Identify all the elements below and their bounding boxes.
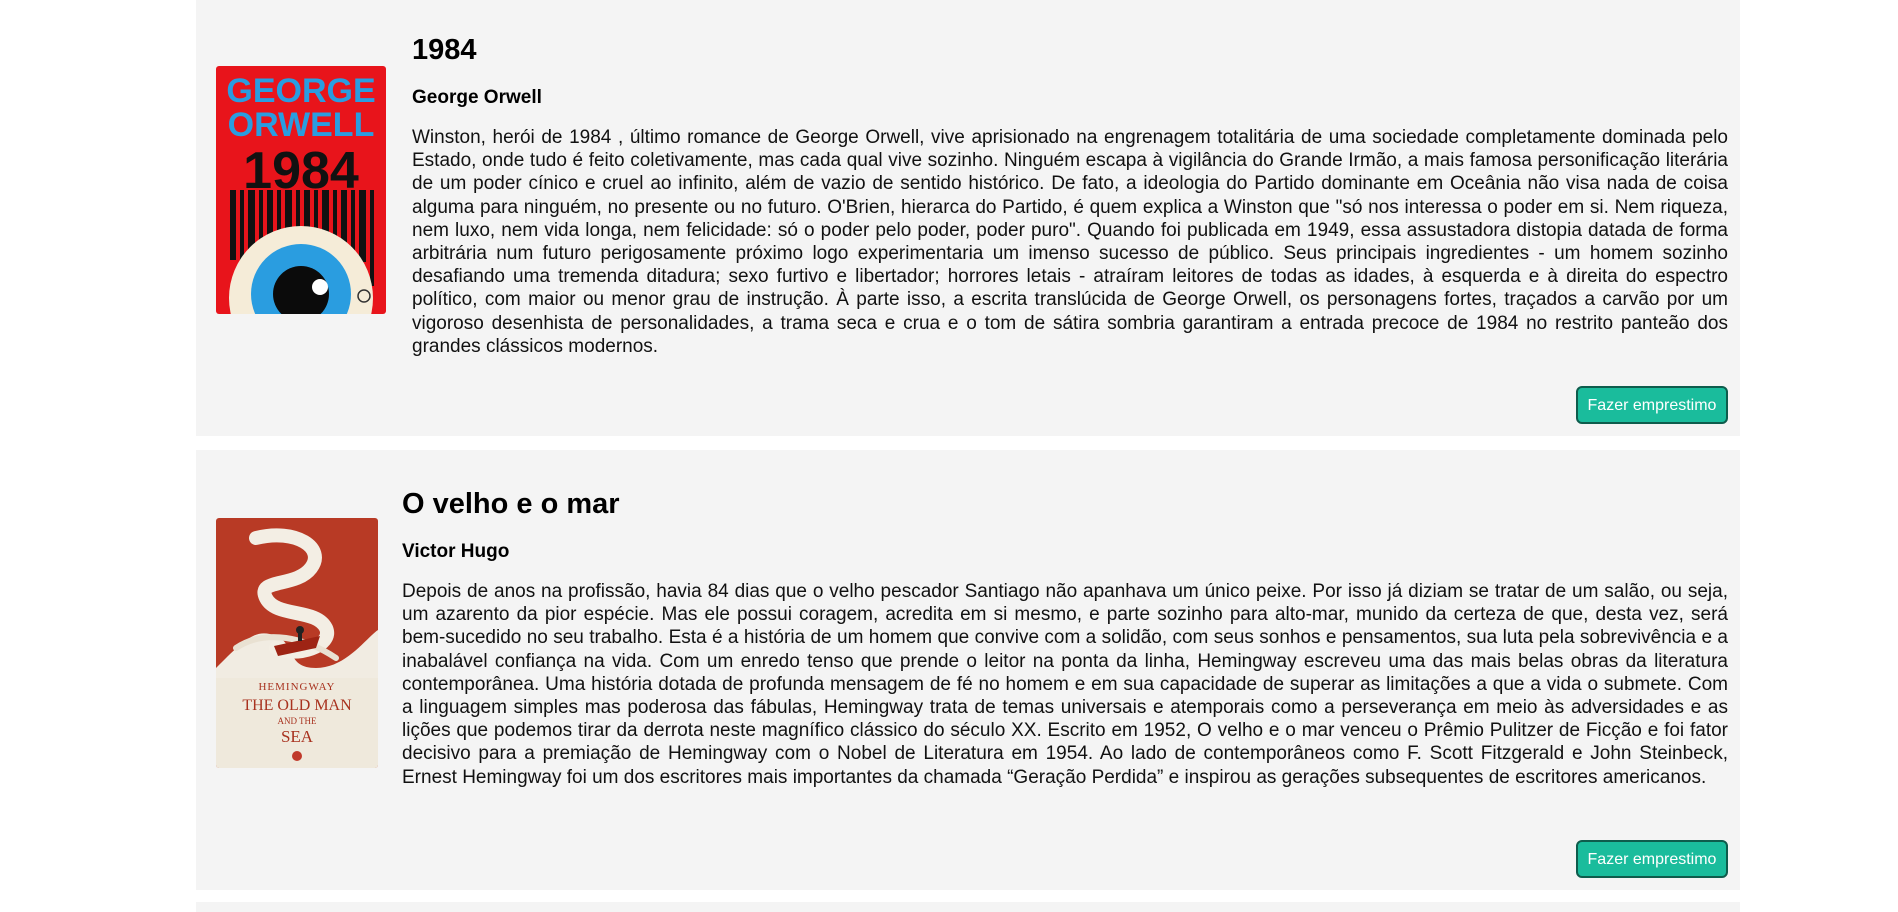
book-info: O velho e o mar Victor Hugo Depois de an… <box>402 484 1728 789</box>
cover-author-line1: GEORGE <box>226 72 375 110</box>
cover-title-line3: SEA <box>281 727 314 746</box>
cover-old-man-and-the-sea-illustration: HEMINGWAY THE OLD MAN AND THE SEA <box>216 518 378 768</box>
book-title: 1984 <box>412 34 477 66</box>
loan-button[interactable]: Fazer emprestimo <box>1576 840 1728 878</box>
cover-author: HEMINGWAY <box>258 681 335 693</box>
book-description: Depois de anos na profissão, havia 84 di… <box>402 581 1728 788</box>
book-info: 1984 George Orwell Winston, herói de 198… <box>412 30 1728 358</box>
cover-title-line1: THE OLD MAN <box>242 697 352 714</box>
cover-1984-illustration: GEORGE ORWELL 1984 <box>216 66 386 314</box>
cover-author-line2: ORWELL <box>228 106 375 144</box>
book-description: Winston, herói de 1984 , último romance … <box>412 127 1728 357</box>
book-author: Victor Hugo <box>402 541 510 562</box>
loan-button[interactable]: Fazer emprestimo <box>1576 386 1728 424</box>
book-author: George Orwell <box>412 87 542 108</box>
book-card: GEORGE ORWELL 1984 1984 George Orwell Wi… <box>196 0 1740 436</box>
book-cover-image: HEMINGWAY THE OLD MAN AND THE SEA <box>216 518 378 768</box>
book-cover-image: GEORGE ORWELL 1984 <box>216 66 386 314</box>
book-card <box>196 902 1740 912</box>
book-card: HEMINGWAY THE OLD MAN AND THE SEA O velh… <box>196 450 1740 890</box>
book-title: O velho e o mar <box>402 488 620 520</box>
cover-title-line2: AND THE <box>277 716 317 726</box>
